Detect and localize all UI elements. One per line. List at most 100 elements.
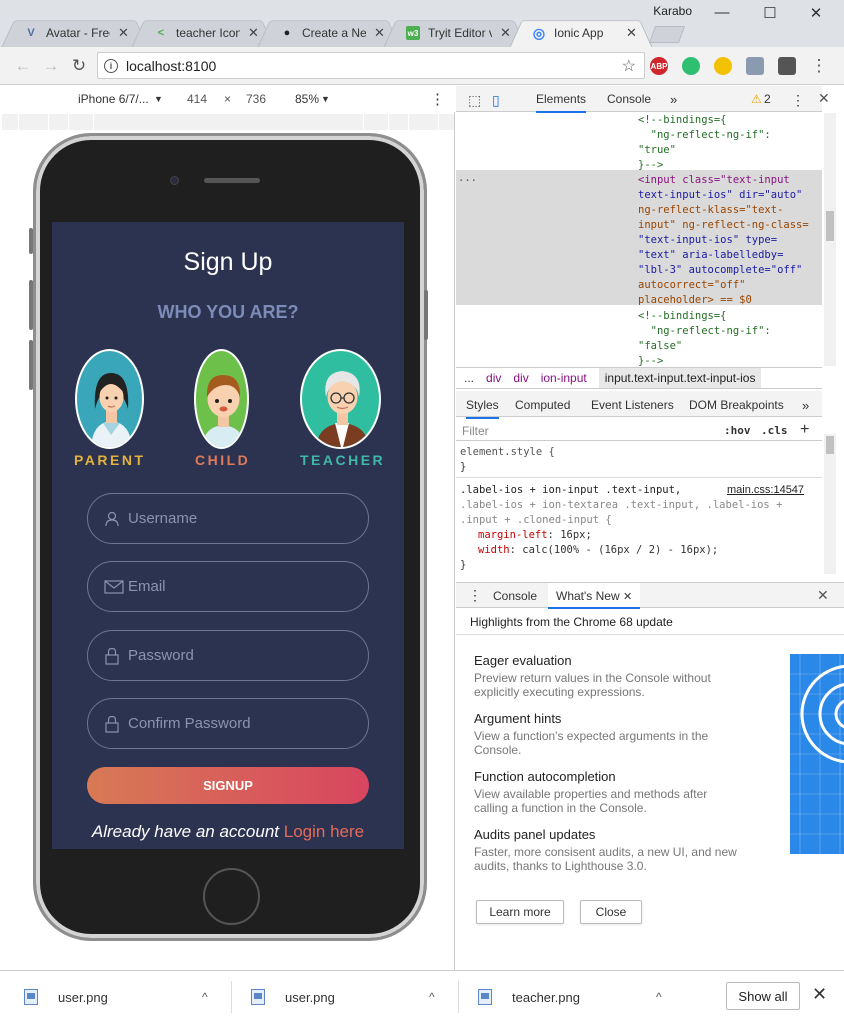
signup-button[interactable]: SIGNUP (87, 767, 369, 804)
new-rule-icon[interactable]: + (800, 421, 809, 439)
tab-computed[interactable]: Computed (515, 398, 570, 412)
drawer-tab-console[interactable]: Console (493, 589, 537, 603)
css-selector[interactable]: .label-ios + ion-input .text-input, (460, 483, 681, 498)
back-button[interactable]: ← (12, 55, 34, 77)
role-label-teacher[interactable]: TEACHER (300, 452, 385, 468)
drawer-tab-whats-new[interactable]: What's New ✕ (548, 583, 641, 609)
dom-selected-line[interactable]: "text" aria-labelledby= (638, 248, 783, 263)
email-field[interactable]: Email (87, 561, 369, 612)
device-toggle-icon[interactable]: ▯ (492, 92, 500, 109)
dom-selected-line[interactable]: placeholder> == $0 (638, 293, 752, 308)
dom-line[interactable]: "true" (638, 143, 676, 158)
forward-button[interactable]: → (40, 55, 62, 77)
tab-close-icon[interactable]: ✕ (626, 25, 637, 41)
tab-close-icon[interactable]: ✕ (374, 25, 385, 41)
tab-close-icon[interactable]: ✕ (500, 25, 511, 41)
download-extension-icon[interactable] (746, 57, 764, 75)
css-source-link[interactable]: main.css:14547 (727, 484, 804, 496)
download-filename[interactable]: teacher.png (512, 990, 580, 1005)
parent-avatar[interactable] (75, 349, 144, 449)
breadcrumb-current[interactable]: input.text-input.text-input-ios (598, 368, 762, 388)
tool-extension-icon[interactable] (778, 57, 796, 75)
username-field[interactable]: Username (87, 493, 369, 544)
device-select[interactable]: iPhone 6/7/... (78, 92, 149, 106)
tab-ionic-app[interactable]: ◎ Ionic App ✕ (508, 19, 654, 49)
breadcrumb-ellipsis[interactable]: ... (464, 371, 474, 385)
dom-selected-line[interactable]: "lbl-3" autocomplete="off" (638, 263, 802, 278)
zoom-select[interactable]: 85% (295, 92, 319, 106)
role-label-child[interactable]: CHILD (195, 452, 250, 468)
styles-scrollbar[interactable] (824, 434, 836, 574)
dom-line[interactable]: }--> (638, 158, 663, 173)
chat-extension-icon[interactable] (682, 57, 700, 75)
breadcrumb-ion-input[interactable]: ion-input (541, 371, 587, 385)
css-declaration[interactable]: width: calc(100% - (16px / 2) - 16px); (478, 543, 718, 558)
devtools-menu-icon[interactable]: ⋮ (791, 92, 805, 109)
dom-line[interactable]: <!--bindings={ (638, 113, 727, 128)
hov-toggle[interactable]: :hov (724, 424, 751, 437)
tab-styles[interactable]: Styles (466, 398, 499, 419)
more-tabs-icon[interactable]: » (670, 92, 677, 107)
tab-event-listeners[interactable]: Event Listeners (591, 398, 674, 412)
chevron-up-icon[interactable]: ^ (202, 990, 208, 1004)
bookmark-star-icon[interactable]: ☆ (622, 56, 636, 76)
chevron-up-icon[interactable]: ^ (656, 990, 662, 1004)
width-input[interactable]: 414 (187, 92, 207, 106)
dom-scrollbar[interactable] (824, 113, 836, 366)
child-avatar[interactable] (194, 349, 249, 449)
dom-selected-line[interactable]: "text-input-ios" type= (638, 233, 777, 248)
dom-selected-line[interactable]: input" ng-reflect-ng-class= (638, 218, 809, 233)
dom-line[interactable]: }--> (638, 354, 663, 366)
close-tab-icon[interactable]: ✕ (623, 591, 632, 603)
confirm-password-field[interactable]: Confirm Password (87, 698, 369, 749)
maximize-button[interactable]: ☐ (760, 4, 780, 22)
chevron-up-icon[interactable]: ^ (429, 990, 435, 1004)
height-input[interactable]: 736 (246, 92, 266, 106)
chevron-down-icon[interactable]: ▼ (154, 94, 163, 104)
password-field[interactable]: Password (87, 630, 369, 681)
download-item[interactable]: user.png ^ (251, 971, 451, 1023)
dom-line[interactable]: "ng-reflect-ng-if": (638, 128, 771, 143)
learn-more-button[interactable]: Learn more (476, 900, 564, 924)
breadcrumb-div[interactable]: div (513, 371, 528, 385)
dom-line[interactable]: "false" (638, 339, 682, 354)
css-selector[interactable]: .label-ios + ion-textarea .text-input, .… (460, 498, 782, 513)
devtools-close-icon[interactable]: ✕ (818, 90, 830, 107)
dom-line[interactable]: <!--bindings={ (638, 309, 727, 324)
dom-selected-line[interactable]: text-input-ios" dir="auto" (638, 188, 802, 203)
drawer-menu-icon[interactable]: ⋮ (468, 587, 482, 604)
login-link[interactable]: Login here (284, 822, 364, 841)
css-selector[interactable]: .input + .cloned-input { (460, 513, 612, 528)
tab-teacher-icon[interactable]: < teacher Icon ✕ (130, 19, 276, 49)
warning-icon[interactable]: ⚠ (751, 92, 762, 106)
filter-input[interactable]: Filter (462, 424, 489, 438)
css-element-style[interactable]: element.style { (460, 445, 555, 460)
profile-name[interactable]: Karabo (653, 4, 692, 18)
reload-button[interactable]: ↻ (68, 55, 90, 77)
download-filename[interactable]: user.png (285, 990, 335, 1005)
warning-count[interactable]: 2 (764, 92, 771, 106)
drawer-close-icon[interactable]: ✕ (817, 587, 829, 604)
tab-close-icon[interactable]: ✕ (248, 25, 259, 41)
adblock-extension-icon[interactable]: ABP (650, 57, 668, 75)
chrome-menu-icon[interactable]: ⋮ (808, 55, 830, 77)
download-bar-close-icon[interactable]: ✕ (812, 984, 827, 1005)
dom-selected-line[interactable]: autocorrect="off" (638, 278, 745, 293)
url-text[interactable]: localhost:8100 (126, 58, 216, 74)
chevron-down-icon[interactable]: ▼ (321, 94, 330, 104)
download-item[interactable]: user.png ^ (24, 971, 224, 1023)
tab-close-icon[interactable]: ✕ (118, 25, 129, 41)
tab-tryit-editor[interactable]: w3 Tryit Editor v ✕ (382, 19, 528, 49)
new-tab-button[interactable] (648, 26, 686, 43)
download-filename[interactable]: user.png (58, 990, 108, 1005)
dom-line[interactable]: "ng-reflect-ng-if": (638, 324, 771, 339)
download-item[interactable]: teacher.png ^ (478, 971, 678, 1023)
minimize-button[interactable]: — (712, 4, 732, 21)
role-label-parent[interactable]: PARENT (74, 452, 146, 468)
media-query-ruler[interactable] (2, 114, 454, 130)
dom-selected-line[interactable]: <input class="text-input (638, 173, 790, 188)
css-declaration[interactable]: margin-left: 16px; (478, 528, 592, 543)
cls-toggle[interactable]: .cls (761, 424, 788, 437)
home-button[interactable] (203, 868, 260, 925)
breadcrumb-div[interactable]: div (486, 371, 501, 385)
